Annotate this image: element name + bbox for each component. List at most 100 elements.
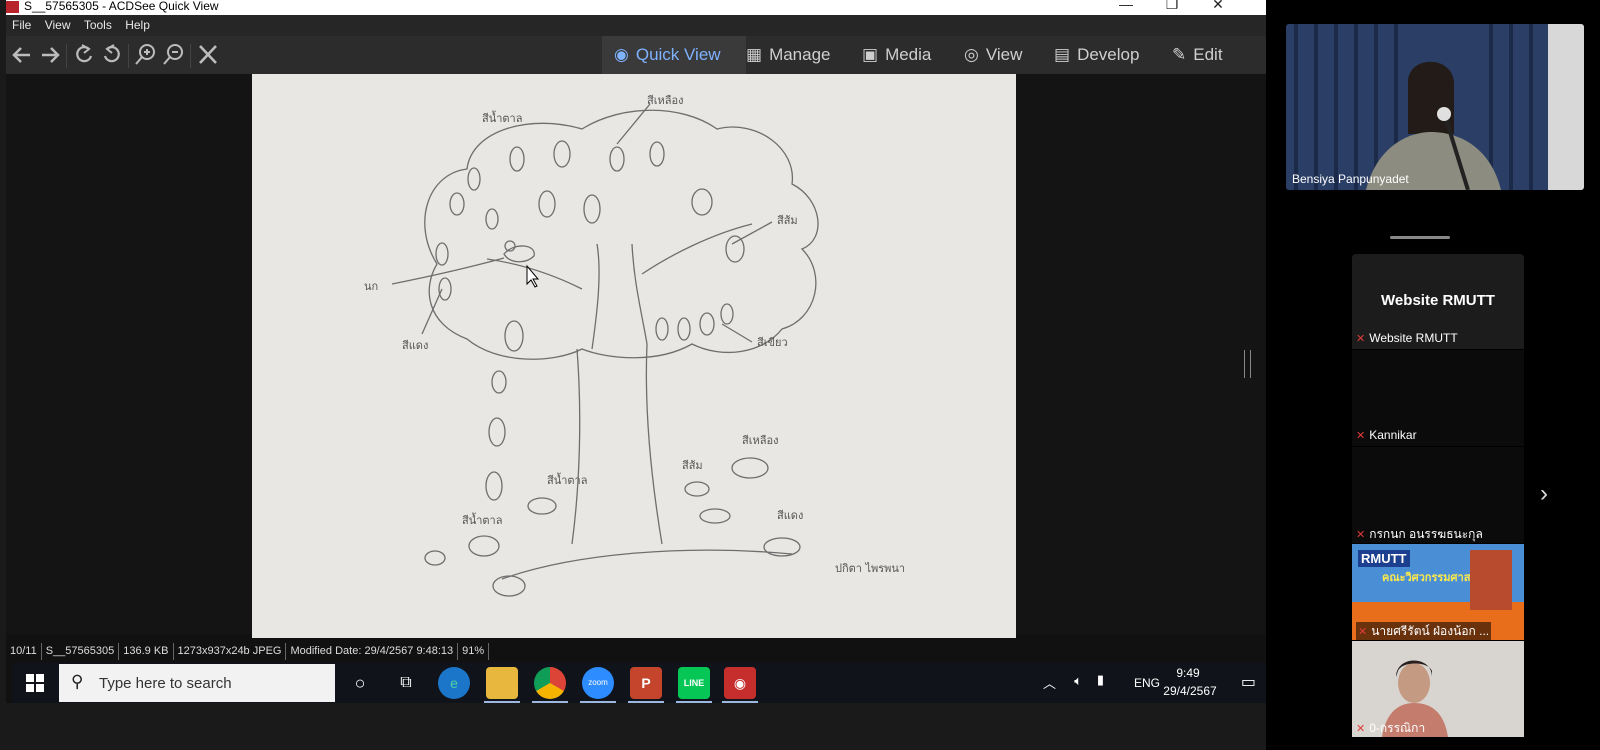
task-view-icon[interactable]: ⧉ — [390, 667, 422, 699]
windows-start-icon[interactable] — [12, 663, 58, 703]
next-page-chevron-icon[interactable]: › — [1540, 480, 1548, 508]
image-viewer[interactable]: สีเหลือง สีน้ำตาล สีส้ม นก สีแดง สีเขียว… — [6, 74, 1266, 638]
clock-time[interactable]: 9:49 — [1168, 666, 1208, 680]
file-explorer-icon[interactable] — [486, 667, 518, 699]
mode-quick-view[interactable]: ◉ Quick View — [602, 36, 746, 74]
modified-date: Modified Date: 29/4/2567 9:48:13 — [286, 643, 459, 660]
title-bar: S__57565305 - ACDSee Quick View — ❐ ✕ — [6, 0, 1266, 15]
panel-drag-handle[interactable] — [1390, 236, 1450, 239]
eye-icon: ◉ — [614, 45, 629, 64]
running-indicator — [580, 701, 616, 703]
mode-develop[interactable]: ▤ Develop — [1054, 36, 1162, 74]
cortana-icon[interactable]: ○ — [344, 667, 376, 699]
menu-file[interactable]: File — [12, 15, 31, 36]
speaker-video-frame — [1286, 24, 1584, 190]
faculty-banner-text: คณะวิศวกรรมศาสตร์ — [1382, 572, 1484, 584]
status-bar: 10/11 S__57565305 136.9 KB 1273x937x24b JPE… — [6, 643, 1266, 660]
mic-muted-icon: ✕ — [1356, 723, 1366, 735]
mic-muted-icon: ✕ — [1358, 626, 1368, 638]
powerpoint-icon[interactable]: P — [630, 667, 662, 699]
participant-heading: Website RMUTT — [1381, 292, 1495, 309]
drawing-label: สีส้ม — [777, 214, 798, 227]
mode-view[interactable]: ◎ View — [964, 36, 1044, 74]
toolbar-divider — [128, 44, 129, 68]
grid-icon: ▦ — [746, 45, 763, 64]
active-speaker-video[interactable]: Bensiya Panpunyadet — [1286, 24, 1584, 190]
back-arrow-icon[interactable] — [8, 41, 36, 69]
mic-muted-icon: ✕ — [1356, 529, 1366, 541]
menu-help[interactable]: Help — [125, 15, 150, 36]
menu-tools[interactable]: Tools — [84, 15, 112, 36]
participant-label: ✕ Website RMUTT — [1356, 331, 1458, 345]
drawing-label: สีส้ม — [682, 459, 703, 472]
forward-arrow-icon[interactable] — [36, 41, 64, 69]
chevron-up-icon[interactable]: ︿ — [1043, 673, 1056, 692]
participant-tile[interactable]: RMUTT คณะวิศวกรรมศาสตร์ ✕ นายศรีรัตน์ ฝ่อ… — [1352, 544, 1524, 641]
microphone-icon[interactable]: ▮ — [1097, 672, 1104, 688]
drawing-signature: ปกิตา ไพรพนา — [835, 562, 905, 575]
tree-drawing-photo: สีเหลือง สีน้ำตาล สีส้ม นก สีแดง สีเขียว… — [252, 74, 1016, 638]
rotate-right-icon[interactable] — [98, 41, 126, 69]
panel-resize-handle[interactable] — [1244, 350, 1251, 378]
zoom-in-icon[interactable] — [132, 41, 160, 69]
participant-label: ✕ กรกนก อนรรฆธนะกุล — [1356, 527, 1483, 541]
running-indicator — [484, 701, 520, 703]
running-indicator — [722, 701, 758, 703]
drawing-label: สีเหลือง — [647, 94, 684, 107]
menu-view[interactable]: View — [45, 15, 71, 36]
search-placeholder: Type here to search — [99, 675, 232, 692]
participant-tile[interactable]: Website RMUTT ✕ Website RMUTT — [1352, 254, 1524, 349]
file-name: S__57565305 — [42, 643, 120, 660]
menu-bar: File View Tools Help — [6, 15, 1266, 36]
participant-label: ✕ Kannikar — [1356, 428, 1417, 442]
participant-tile[interactable]: ✕ Kannikar — [1352, 350, 1524, 446]
mode-media[interactable]: ▣ Media — [862, 36, 952, 74]
close-button[interactable]: ✕ — [1198, 0, 1238, 11]
running-indicator — [628, 701, 664, 703]
image-dimensions: 1273x937x24b JPEG — [174, 643, 287, 660]
acdsee-taskbar-icon[interactable]: ◉ — [724, 667, 756, 699]
mic-muted-icon: ✕ — [1356, 333, 1366, 345]
image-index: 10/11 — [6, 643, 42, 660]
taskbar-search-box[interactable]: ⚲ Type here to search — [59, 664, 335, 702]
windows-taskbar: ⚲ Type here to search ○ ⧉ e zoom P LINE … — [12, 663, 1272, 703]
zoom-participant-panel: Bensiya Panpunyadet Website RMUTT ✕ Websi… — [1266, 0, 1600, 750]
volume-icon[interactable]: 🔈︎ — [1074, 673, 1082, 689]
toolbar-divider — [66, 44, 67, 68]
drawing-label: สีน้ำตาล — [462, 512, 503, 527]
mode-edit[interactable]: ✎ Edit — [1172, 36, 1242, 74]
participant-label: ✕ 0-กรรณิกา — [1356, 721, 1426, 735]
drawing-label: สีเหลือง — [742, 434, 779, 447]
tree-sketch: สีเหลือง สีน้ำตาล สีส้ม นก สีแดง สีเขียว… — [364, 94, 905, 597]
line-app-icon[interactable]: LINE — [678, 667, 710, 699]
develop-icon: ▤ — [1054, 45, 1071, 64]
drawing-label: สีเขียว — [757, 336, 788, 349]
participant-label: ✕ นายศรีรัตน์ ฝ่องน้อก ... — [1356, 622, 1492, 641]
edit-icon: ✎ — [1172, 45, 1187, 64]
toolbar: ◉ Quick View ▦ Manage ▣ Media ◎ View ▤ Develo… — [6, 36, 1266, 74]
zoom-app-icon[interactable]: zoom — [582, 667, 614, 699]
participant-tile[interactable]: ✕ 0-กรรณิกา — [1352, 641, 1524, 737]
file-size: 136.9 KB — [119, 643, 174, 660]
search-icon: ⚲ — [71, 672, 84, 691]
drawing-label: สีน้ำตาล — [482, 110, 523, 125]
zoom-level: 91% — [458, 643, 490, 660]
drawing-label: สีแดง — [777, 509, 804, 522]
maximize-button[interactable]: ❐ — [1152, 0, 1192, 11]
mode-manage[interactable]: ▦ Manage — [744, 36, 850, 74]
close-x-icon[interactable] — [194, 41, 222, 69]
acdsee-app-icon — [6, 1, 19, 13]
language-indicator[interactable]: ENG — [1134, 676, 1160, 690]
running-indicator — [532, 701, 568, 703]
minimize-button[interactable]: — — [1106, 0, 1146, 11]
edge-browser-icon[interactable]: e — [438, 667, 470, 699]
participant-tile[interactable]: ✕ กรกนก อนรรฆธนะกุล — [1352, 447, 1524, 543]
zoom-out-icon[interactable] — [160, 41, 188, 69]
rotate-left-icon[interactable] — [70, 41, 98, 69]
clock-date[interactable]: 29/4/2567 — [1158, 684, 1222, 698]
chrome-icon[interactable] — [534, 667, 566, 699]
acdsee-window: S__57565305 - ACDSee Quick View — ❐ ✕ Fi… — [6, 0, 1272, 703]
notification-icon[interactable]: ▭ — [1241, 672, 1256, 692]
window-title: S__57565305 - ACDSee Quick View — [24, 0, 219, 13]
drawing-label: นก — [364, 280, 378, 293]
